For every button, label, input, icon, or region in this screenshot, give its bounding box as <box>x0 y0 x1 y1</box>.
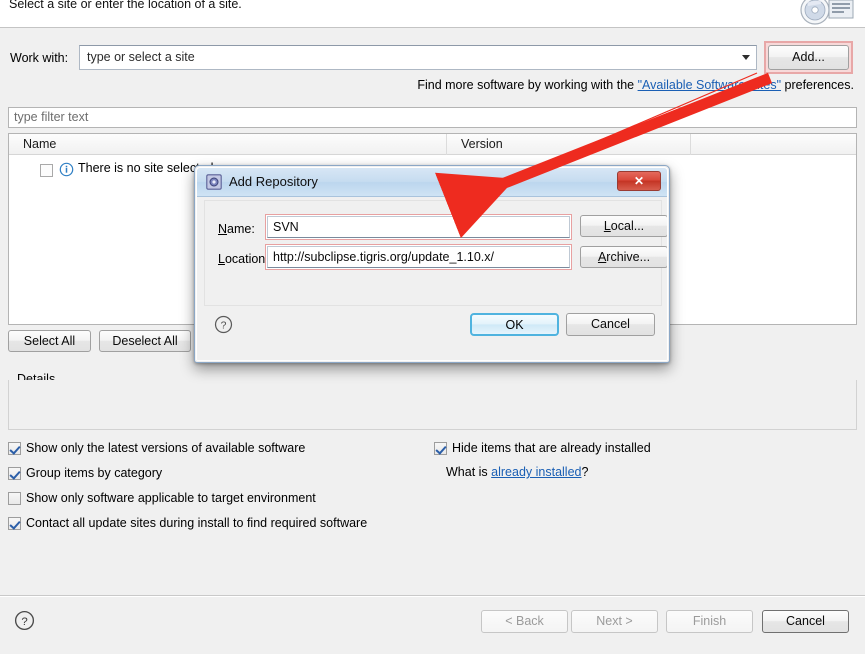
dialog-body: Name: Location: Local... Archive... ? OK <box>197 197 667 360</box>
location-field-highlight <box>265 244 572 270</box>
checkbox[interactable] <box>8 492 21 505</box>
back-button[interactable]: < Back <box>481 610 568 633</box>
repository-icon <box>206 174 222 190</box>
find-more-prefix: Find more software by working with the <box>417 78 638 92</box>
filter-placeholder[interactable]: type filter text <box>14 110 88 124</box>
what-is-suffix: ? <box>581 465 589 479</box>
location-field[interactable] <box>267 246 570 268</box>
chevron-down-icon[interactable] <box>742 55 750 60</box>
column-header-version[interactable]: Version <box>461 137 503 151</box>
svg-text:?: ? <box>221 320 227 331</box>
add-button[interactable]: Add... <box>768 45 849 70</box>
deselect-all-button[interactable]: Deselect All <box>99 330 191 352</box>
option-label: Show only software applicable to target … <box>26 491 316 505</box>
checkbox[interactable] <box>8 467 21 480</box>
option-label: Contact all update sites during install … <box>26 516 368 530</box>
wizard-header: Select a site or enter the location of a… <box>0 0 865 28</box>
column-divider[interactable] <box>446 134 447 155</box>
dialog-title-bar[interactable]: Add Repository ✕ <box>197 168 667 197</box>
option-label: Group items by category <box>26 466 163 480</box>
option-label: Hide items that are already installed <box>452 441 651 455</box>
dialog-inner-frame: Add Repository ✕ Name: Location: Local..… <box>196 167 668 361</box>
work-with-input[interactable]: type or select a site <box>87 50 195 64</box>
table-header: Name Version <box>9 134 856 155</box>
option-label: Show only the latest versions of availab… <box>26 441 306 455</box>
cancel-button[interactable]: Cancel <box>762 610 849 633</box>
checkbox[interactable] <box>8 517 21 530</box>
dialog-form: Name: Location: Local... Archive... <box>204 200 667 306</box>
already-installed-link[interactable]: already installed <box>491 465 581 479</box>
ok-button[interactable]: OK <box>470 313 559 336</box>
filter-input[interactable]: type filter text <box>8 107 857 128</box>
help-question-icon[interactable]: ? <box>214 315 233 334</box>
name-field[interactable] <box>267 216 570 238</box>
details-panel <box>8 380 857 430</box>
find-more-suffix: preferences. <box>781 78 855 92</box>
column-header-name[interactable]: Name <box>23 137 56 151</box>
install-software-disc-icon <box>800 0 854 25</box>
row-checkbox[interactable] <box>40 164 53 177</box>
archive-button[interactable]: Archive... <box>580 246 667 268</box>
select-all-button[interactable]: Select All <box>8 330 91 352</box>
page-title: Select a site or enter the location of a… <box>9 0 242 11</box>
checkbox[interactable] <box>434 442 447 455</box>
name-field-highlight <box>265 214 572 240</box>
checkbox[interactable] <box>8 442 21 455</box>
available-software-sites-link[interactable]: "Available Software Sites" <box>638 78 781 92</box>
what-is-already-installed-text: What is already installed? <box>446 465 588 479</box>
help-question-icon[interactable]: ? <box>14 610 35 631</box>
add-button-highlight: Add... <box>764 41 853 74</box>
finish-button[interactable]: Finish <box>666 610 753 633</box>
next-button[interactable]: Next > <box>571 610 658 633</box>
add-repository-dialog: Add Repository ✕ Name: Location: Local..… <box>194 165 670 363</box>
find-more-software-text: Find more software by working with the "… <box>417 78 854 92</box>
work-with-combo[interactable]: type or select a site <box>79 45 757 70</box>
svg-text:?: ? <box>21 616 27 628</box>
name-label: Name: <box>218 222 255 236</box>
work-with-label: Work with: <box>10 51 69 65</box>
local-button[interactable]: Local... <box>580 215 667 237</box>
dialog-title: Add Repository <box>229 174 318 189</box>
column-divider[interactable] <box>690 134 691 155</box>
what-is-prefix: What is <box>446 465 492 479</box>
info-icon <box>59 162 74 177</box>
location-label: Location: <box>218 252 269 266</box>
dialog-cancel-button[interactable]: Cancel <box>566 313 655 336</box>
close-icon[interactable]: ✕ <box>617 171 661 191</box>
install-new-software-wizard: Select a site or enter the location of a… <box>0 0 865 654</box>
